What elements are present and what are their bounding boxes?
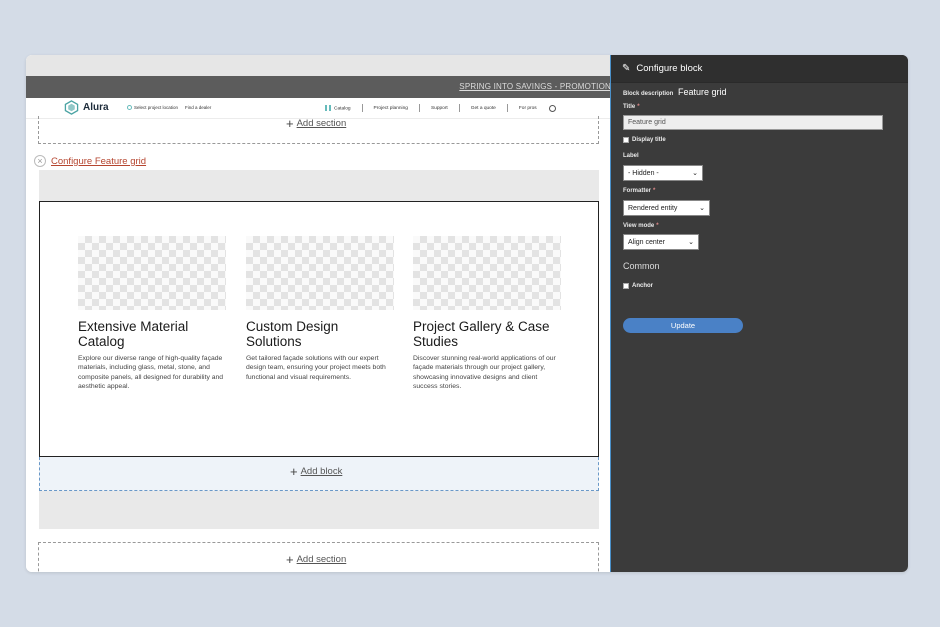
nav-divider — [361, 104, 363, 112]
layout-builder-canvas: SPRING INTO SAVINGS - PROMOTION Alura Se… — [26, 55, 611, 572]
browser-window: SPRING INTO SAVINGS - PROMOTION Alura Se… — [26, 55, 908, 572]
grid-icon — [325, 104, 331, 111]
feature-title: Project Gallery & Case Studies — [413, 319, 550, 349]
view-mode-label-text: View mode — [623, 223, 655, 229]
main-nav: Catalog Project planning Support Get a q… — [325, 104, 556, 112]
checkbox-box[interactable] — [623, 137, 629, 143]
formatter-select-value: Rendered entity — [628, 204, 678, 212]
required-marker: * — [656, 223, 659, 229]
add-section-bottom-link[interactable]: + Add section — [286, 553, 346, 566]
feature-card: Project Gallery & Case Studies Discover … — [413, 236, 561, 391]
required-marker: * — [637, 104, 640, 110]
add-section-bottom-label: Add section — [296, 554, 347, 565]
chevron-down-icon: ⌄ — [688, 239, 694, 246]
promo-link[interactable]: SPRING INTO SAVINGS - PROMOTION — [459, 82, 610, 91]
checkbox-box[interactable] — [623, 283, 629, 289]
nav-divider — [458, 104, 460, 112]
required-marker: * — [653, 188, 656, 194]
add-section-top-label: Add section — [296, 118, 347, 129]
feature-card: Custom Design Solutions Get tailored faç… — [246, 236, 394, 382]
view-mode-select[interactable]: Align center ⌄ — [623, 234, 699, 250]
plus-icon: + — [286, 552, 294, 567]
nav-divider — [506, 104, 508, 112]
view-mode-label: View mode * — [623, 223, 659, 229]
chevron-down-icon: ⌄ — [699, 205, 705, 212]
title-input[interactable]: Feature grid — [623, 115, 883, 130]
label-label-text: Label — [623, 153, 639, 159]
view-mode-select-value: Align center — [628, 238, 665, 246]
configure-section: × Configure Feature grid — [34, 155, 146, 167]
feature-description: Explore our diverse range of high-qualit… — [78, 355, 224, 390]
display-title-checkbox[interactable]: Display title — [623, 137, 666, 143]
feature-card: Extensive Material Catalog Explore our d… — [78, 236, 226, 391]
feature-title: Custom Design Solutions — [246, 319, 339, 349]
feature-grid-block[interactable]: Extensive Material Catalog Explore our d… — [39, 201, 599, 457]
configure-block-panel: ✎ Configure block Block description Feat… — [611, 55, 908, 572]
image-placeholder — [246, 236, 394, 310]
pin-icon — [127, 105, 132, 110]
feature-description: Get tailored façade solutions with our e… — [246, 355, 386, 381]
image-placeholder — [413, 236, 561, 310]
panel-header: ✎ Configure block — [611, 55, 908, 83]
formatter-label: Formatter * — [623, 188, 655, 194]
label-select[interactable]: - Hidden - ⌄ — [623, 165, 703, 181]
image-placeholder — [78, 236, 226, 310]
configure-feature-grid-link[interactable]: Configure Feature grid — [51, 156, 146, 167]
nav-catalog[interactable]: Catalog — [325, 104, 351, 112]
logo-icon — [64, 100, 79, 115]
label-label: Label — [623, 153, 639, 159]
chevron-down-icon: ⌄ — [692, 170, 698, 177]
formatter-select[interactable]: Rendered entity ⌄ — [623, 200, 710, 216]
block-description-label: Block description — [623, 91, 674, 97]
display-title-label: Display title — [632, 137, 666, 143]
nav-divider — [418, 104, 420, 112]
nav-for-pros[interactable]: For pros — [519, 106, 537, 111]
feature-title: Extensive Material Catalog — [78, 319, 189, 349]
nav-catalog-label: Catalog — [334, 106, 351, 112]
block-description-value: Feature grid — [678, 87, 727, 97]
title-label-text: Title — [623, 104, 636, 110]
panel-title: Configure block — [636, 63, 703, 74]
add-block-label: Add block — [300, 466, 343, 477]
section-grey-band-top — [39, 170, 599, 201]
top-strip — [26, 55, 610, 76]
nav-project-planning[interactable]: Project planning — [374, 106, 408, 111]
select-location-label: Select project location — [134, 105, 179, 110]
block-description: Block description Feature grid — [623, 87, 727, 97]
feature-description: Discover stunning real-world application… — [413, 355, 556, 390]
find-dealer-link[interactable]: Find a dealer — [185, 105, 211, 110]
formatter-label-text: Formatter — [623, 188, 652, 194]
location-links: Select project location Find a dealer — [127, 105, 211, 110]
update-button[interactable]: Update — [623, 318, 743, 333]
add-block-link[interactable]: + Add block — [290, 465, 342, 478]
select-location-link[interactable]: Select project location — [127, 105, 178, 110]
brand-name: Alura — [83, 102, 109, 113]
label-select-value: - Hidden - — [628, 169, 659, 177]
title-label: Title * — [623, 104, 640, 110]
pencil-icon: ✎ — [622, 63, 631, 74]
search-icon[interactable] — [548, 104, 556, 112]
anchor-checkbox[interactable]: Anchor — [623, 283, 653, 289]
site-logo[interactable]: Alura — [64, 100, 109, 115]
nav-get-a-quote[interactable]: Get a quote — [471, 106, 496, 111]
promo-bar: SPRING INTO SAVINGS - PROMOTION — [26, 76, 610, 98]
section-grey-band-bottom — [39, 491, 599, 529]
plus-icon: + — [290, 464, 298, 479]
anchor-label: Anchor — [632, 283, 653, 289]
add-section-top-link[interactable]: + Add section — [286, 117, 346, 130]
close-icon[interactable]: × — [34, 155, 46, 167]
nav-support[interactable]: Support — [431, 106, 448, 111]
common-heading[interactable]: Common — [623, 261, 660, 271]
plus-icon: + — [286, 116, 294, 131]
